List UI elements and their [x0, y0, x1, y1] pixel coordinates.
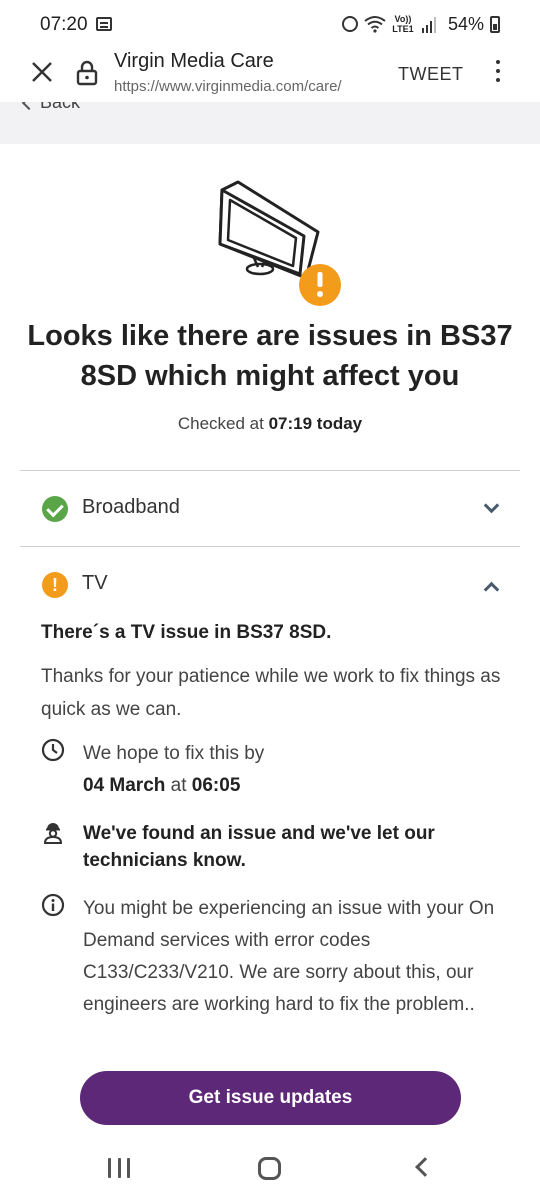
checked-prefix: Checked at — [177, 414, 264, 433]
battery-percent: 54% — [447, 13, 484, 34]
warning-icon: ! — [42, 572, 68, 598]
checked-time: 07:19 today — [268, 414, 363, 433]
fix-estimate-text: We hope to fix this by 04 March at 06:05 — [83, 738, 511, 802]
home-icon[interactable] — [258, 1157, 281, 1180]
divider — [20, 470, 520, 471]
chevron-left-icon — [21, 102, 37, 110]
tv-issue-title: There´s a TV issue in BS37 8SD. — [41, 622, 332, 643]
service-row-broadband[interactable]: Broadband — [20, 496, 520, 572]
get-issue-updates-button[interactable]: Get issue updates — [80, 1071, 461, 1125]
recents-icon[interactable] — [108, 1158, 130, 1178]
status-bar: 07:20 Vo)) LTE1 54% — [0, 0, 540, 50]
more-options-icon[interactable] — [494, 60, 502, 86]
check-circle-icon — [42, 496, 68, 522]
close-icon[interactable] — [30, 60, 54, 84]
back-icon[interactable] — [415, 1157, 435, 1177]
technician-note: We've found an issue and we've let our t… — [83, 823, 435, 871]
back-label: Back — [40, 102, 81, 112]
lock-icon[interactable] — [76, 60, 98, 86]
alarm-icon — [341, 16, 358, 32]
tv-issue-description: Thanks for your patience while we work t… — [41, 666, 501, 720]
checked-status: Checked at 07:19 today — [0, 414, 540, 434]
status-time: 07:20 — [40, 14, 88, 35]
back-strip: Back — [0, 102, 540, 144]
battery-icon — [490, 15, 500, 33]
chevron-up-icon[interactable] — [483, 581, 500, 598]
clock-icon — [41, 738, 65, 762]
wifi-icon — [364, 15, 386, 33]
tv-warning-illustration — [218, 180, 341, 306]
service-label-broadband: Broadband — [82, 496, 180, 518]
info-note-row: You might be experiencing an issue with … — [41, 893, 511, 1053]
service-label-tv: TV — [82, 572, 108, 594]
divider — [20, 546, 520, 547]
technician-status: We've found an issue and we've let our t… — [41, 820, 511, 876]
browser-toolbar: Virgin Media Care https://www.virginmedi… — [0, 50, 540, 102]
back-link[interactable]: Back — [21, 102, 81, 113]
tweet-button[interactable]: TWEET — [398, 64, 464, 85]
system-nav-bar — [0, 1140, 540, 1200]
fix-at: at — [170, 775, 187, 796]
url-display[interactable]: https://www.virginmedia.com/care/ — [114, 78, 384, 95]
issue-headline: Looks like there are issues in BS37 8SD … — [27, 320, 513, 392]
chevron-down-icon[interactable] — [483, 497, 500, 514]
page-title: Virgin Media Care — [114, 50, 274, 72]
network-type-label: Vo)) LTE1 — [392, 14, 414, 34]
info-note-text: You might be experiencing an issue with … — [83, 898, 495, 1015]
fix-date: 04 March — [83, 775, 166, 796]
status-indicators: Vo)) LTE1 54% — [341, 12, 500, 36]
notification-icon — [96, 17, 112, 31]
fix-prefix: We hope to fix this by — [83, 743, 265, 764]
info-icon — [41, 893, 65, 917]
fix-estimate: We hope to fix this by 04 March at 06:05 — [41, 738, 511, 802]
fix-time: 06:05 — [191, 775, 241, 796]
engineer-icon — [43, 823, 63, 844]
signal-icon — [421, 15, 442, 33]
